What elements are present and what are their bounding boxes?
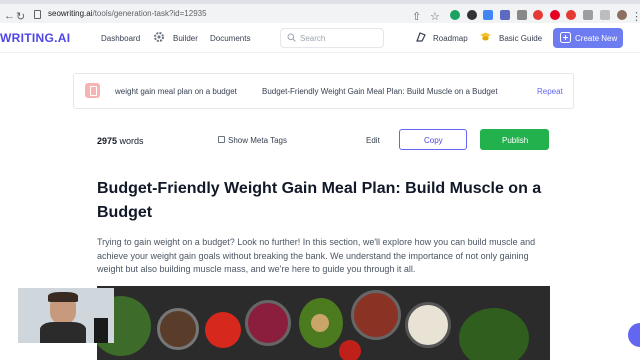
avocado-pit	[311, 314, 329, 332]
extension-red-icon[interactable]	[533, 10, 543, 20]
copy-label: Copy	[424, 136, 443, 145]
tomato-shape	[339, 340, 361, 360]
kale-shape	[459, 308, 529, 360]
roadmap-icon	[416, 32, 426, 42]
lock-icon	[34, 10, 41, 19]
sidebar-toggle-icon[interactable]	[600, 10, 610, 20]
extension-pinterest-icon[interactable]	[550, 10, 560, 20]
url-path: /tools/generation-task?id=12935	[92, 9, 207, 18]
repeat-button[interactable]: Repeat	[537, 87, 563, 96]
word-count-value: 2975	[97, 136, 118, 146]
onion-bowl	[245, 300, 291, 346]
nav-roadmap[interactable]: Roadmap	[433, 34, 468, 43]
lentils-bowl	[351, 290, 401, 340]
extension-badge-icon[interactable]	[500, 10, 510, 20]
browser-tab-strip	[0, 0, 640, 4]
task-title: Budget-Friendly Weight Gain Meal Plan: B…	[262, 87, 498, 96]
word-count: 2975 words	[97, 136, 144, 146]
more-menu-icon[interactable]: ⋮	[631, 10, 640, 23]
profile-avatar-icon[interactable]	[617, 10, 627, 20]
seeds-bowl	[405, 302, 451, 348]
beans-bowl	[157, 308, 199, 350]
gear-icon	[154, 32, 164, 42]
url-text: seowriting.ai/tools/generation-task?id=1…	[48, 9, 207, 18]
edit-button[interactable]: Edit	[366, 136, 380, 145]
search-icon	[287, 33, 296, 42]
extension-grammarly-icon[interactable]	[450, 10, 460, 20]
back-icon[interactable]: ←	[4, 10, 15, 22]
article-intro: Trying to gain weight on a budget? Look …	[97, 237, 536, 274]
article-hero-image	[97, 286, 550, 360]
nav-builder[interactable]: Builder	[173, 34, 198, 43]
show-meta-checkbox[interactable]	[218, 136, 225, 143]
nav-dashboard[interactable]: Dashboard	[101, 34, 140, 43]
word-count-label: words	[119, 136, 144, 146]
extension-box-icon[interactable]	[517, 10, 527, 20]
show-meta-label: Show Meta Tags	[228, 136, 287, 145]
share-icon[interactable]: ⇧	[412, 10, 421, 23]
article-heading: Budget-Friendly Weight Gain Meal Plan: B…	[97, 180, 542, 221]
extension-record-icon[interactable]	[566, 10, 576, 20]
graduation-cap-icon	[480, 32, 491, 41]
presenter-hair	[48, 292, 78, 302]
publish-label: Publish	[502, 136, 529, 145]
chat-widget-button[interactable]	[628, 323, 640, 347]
nav-documents[interactable]: Documents	[210, 34, 250, 43]
task-keyword: weight gain meal plan on a budget	[115, 87, 237, 96]
search-placeholder: Search	[300, 34, 326, 43]
pepper-shape	[205, 312, 241, 348]
extension-circle-icon[interactable]	[467, 10, 477, 20]
bookmark-star-icon[interactable]: ☆	[430, 10, 440, 23]
webcam-overlay	[18, 288, 114, 343]
app-logo[interactable]: WRITING.AI	[0, 31, 70, 45]
microphone-shape	[94, 318, 108, 343]
nav-basic-guide[interactable]: Basic Guide	[499, 34, 542, 43]
url-domain: seowriting.ai	[48, 9, 93, 18]
extensions-puzzle-icon[interactable]	[583, 10, 593, 20]
create-new-icon	[560, 32, 571, 43]
reload-icon[interactable]: ↻	[16, 10, 25, 23]
presenter-shirt	[40, 322, 86, 343]
document-icon	[85, 83, 100, 98]
create-new-label: Create New	[575, 34, 618, 43]
extension-translate-icon[interactable]	[483, 10, 493, 20]
